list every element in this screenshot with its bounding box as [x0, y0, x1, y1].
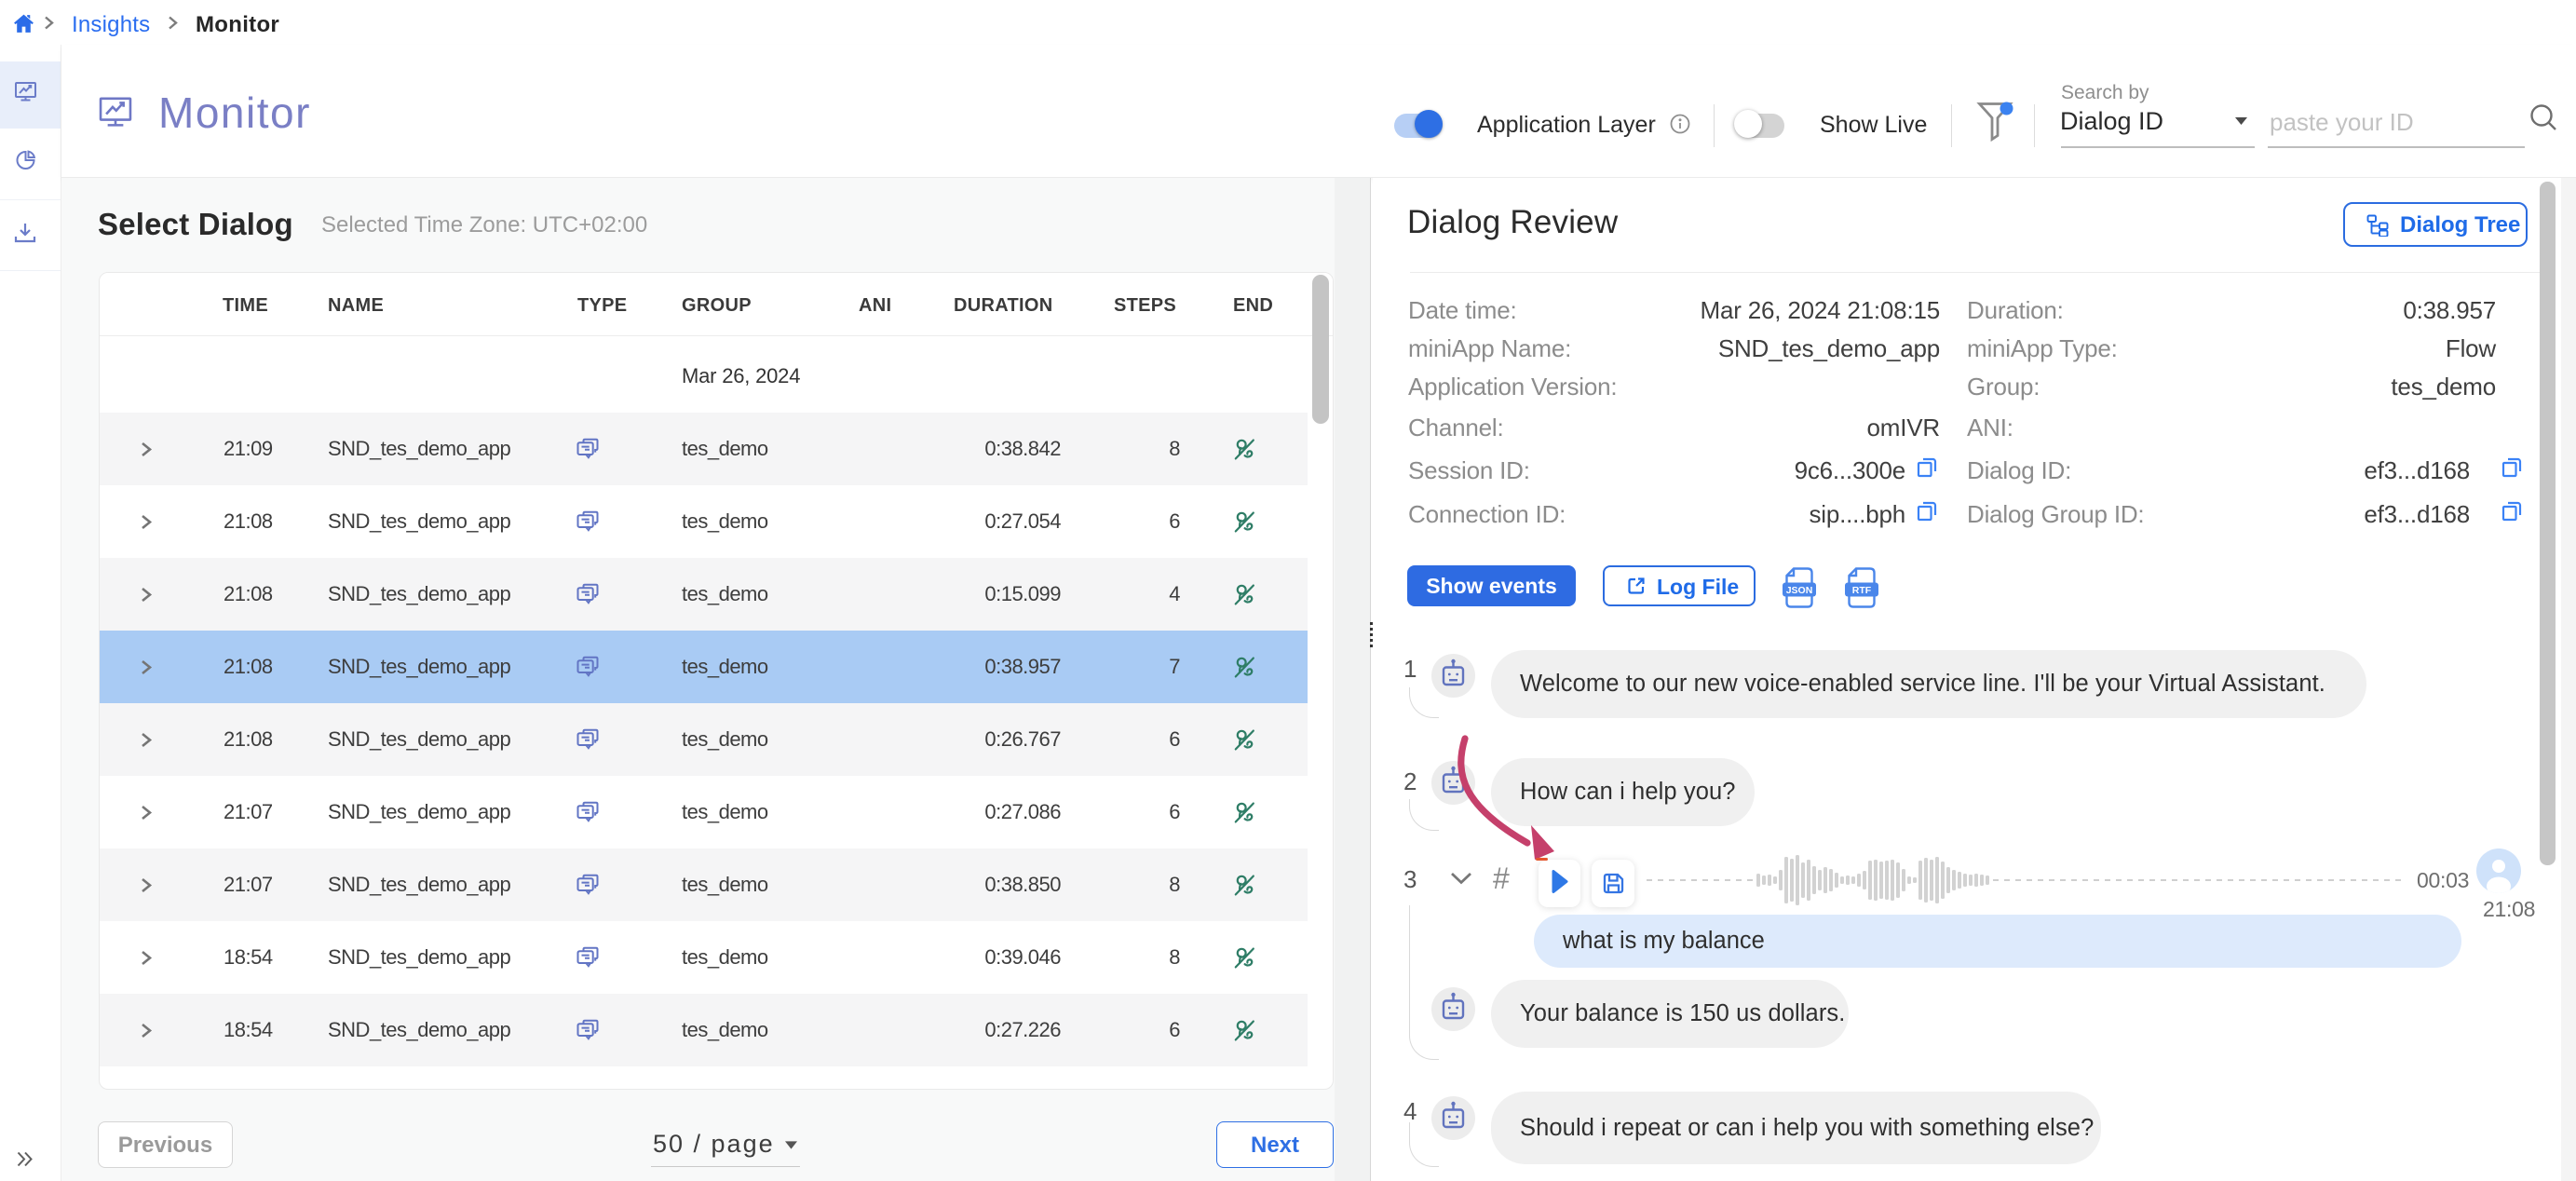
svg-text:RTF: RTF [1852, 585, 1872, 596]
svg-text:JSON: JSON [1786, 585, 1813, 596]
